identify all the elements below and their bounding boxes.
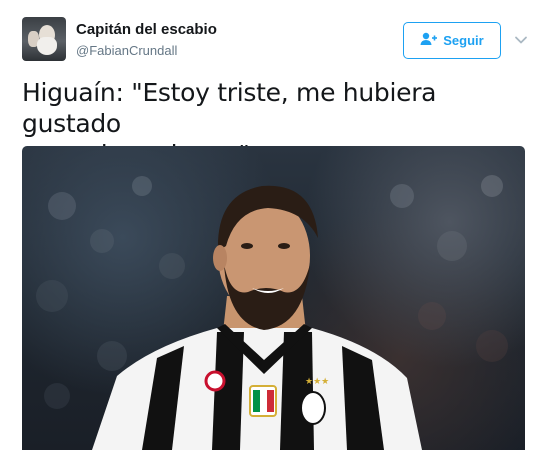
author-info[interactable]: Capitán del escabio @FabianCrundall	[76, 21, 217, 59]
avatar[interactable]	[22, 17, 66, 61]
follow-button[interactable]: Seguir	[403, 22, 501, 59]
tweet-card: Capitán del escabio @FabianCrundall Segu…	[0, 0, 560, 450]
add-user-icon	[420, 32, 438, 49]
svg-text:★★★: ★★★	[305, 377, 329, 387]
follow-button-label: Seguir	[443, 33, 484, 48]
username[interactable]: @FabianCrundall	[76, 42, 217, 59]
tweet-text-line-1: Higuaín: "Estoy triste, me hubiera gusta…	[22, 78, 437, 138]
chevron-down-icon[interactable]	[514, 33, 528, 47]
tweet-photo[interactable]: ★★★	[22, 146, 525, 450]
tweet-header: Capitán del escabio @FabianCrundall Segu…	[22, 17, 538, 65]
player-photo-illustration: ★★★	[36, 175, 508, 450]
display-name[interactable]: Capitán del escabio	[76, 21, 217, 39]
